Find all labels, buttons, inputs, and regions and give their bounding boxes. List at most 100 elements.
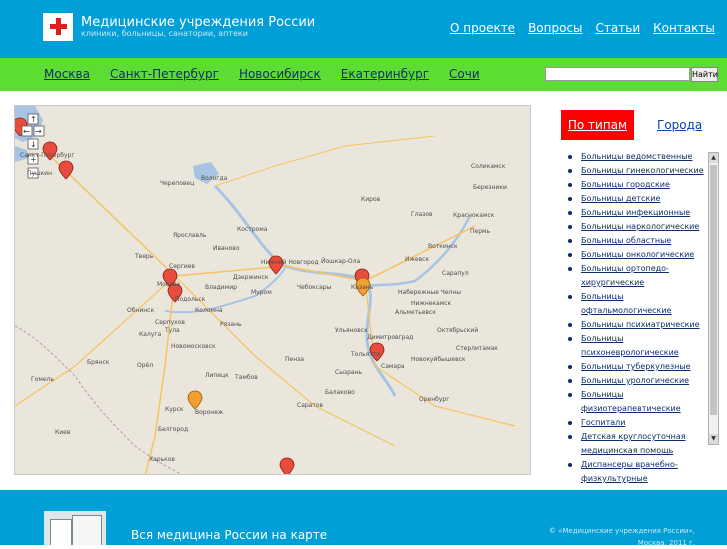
map-label: Тверь [135, 253, 154, 260]
map-label: Чебоксары [297, 284, 332, 291]
scroll-up-icon[interactable]: ▲ [709, 153, 718, 163]
map-label: Кострома [237, 226, 268, 233]
category-link[interactable]: Больницы физиотерапевтические [581, 390, 681, 413]
tab-by-type[interactable]: По типам [561, 110, 634, 140]
category-link[interactable]: Детская круглосуточная медицинская помощ… [581, 432, 686, 455]
map-label: Пермь [470, 228, 491, 235]
city-link-sochi[interactable]: Сочи [449, 67, 480, 81]
map-marker-voronezh [187, 390, 203, 410]
side-panel: По типам Города Больницы ведомственные Б… [540, 105, 727, 483]
map-label: Дзержинск [233, 274, 269, 281]
city-link-novosibirsk[interactable]: Новосибирск [239, 67, 321, 81]
nav-questions-link[interactable]: Вопросы [528, 21, 582, 35]
map-label: Обнинск [127, 307, 155, 314]
map-label: Тольятти [351, 351, 381, 358]
category-link[interactable]: Больницы областные [581, 236, 671, 245]
list-item: Больницы урологические [568, 374, 708, 388]
map-label: Краснокамск [453, 212, 495, 219]
svg-text:←: ← [23, 127, 30, 136]
map-label: Димитровград [367, 334, 414, 341]
category-scrollbar[interactable]: ▲ ▼ [708, 152, 719, 445]
category-link[interactable]: Больницы туберкулезные [581, 362, 691, 371]
map-label: Соликамск [471, 163, 506, 170]
list-item: Больницы наркологические [568, 220, 708, 234]
map-label: Казань [351, 284, 374, 291]
list-item: Больницы офтальмологические [568, 290, 708, 318]
category-link[interactable]: Больницы гинекологические [581, 166, 704, 175]
list-item: Больницы гинекологические [568, 164, 708, 178]
map-label: Пушкин [27, 170, 52, 177]
copyright-text: © «Медицинские учреждения России», Москв… [525, 525, 695, 549]
copyright-line-2: Москва, 2011 г. [637, 539, 695, 547]
scroll-down-icon[interactable]: ▼ [709, 434, 718, 444]
map-label: Калуга [139, 331, 162, 338]
nav-contacts-link[interactable]: Контакты [653, 21, 715, 35]
map-label: Пенза [285, 356, 304, 363]
category-link[interactable]: Больницы наркологические [581, 222, 699, 231]
map-label: Саратов [297, 402, 324, 409]
hospital-building-image [44, 511, 106, 545]
map-label: Воткинск [428, 243, 458, 250]
nav-about-link[interactable]: О проекте [450, 21, 515, 35]
site-subtitle: клиники, больницы, санатории, аптеки [81, 29, 248, 38]
map-label: Москва [157, 281, 180, 288]
map-label: Коломна [195, 307, 223, 314]
search-button[interactable]: Найти [691, 67, 718, 82]
city-link-moscow[interactable]: Москва [44, 67, 90, 81]
map-label: Глазов [411, 211, 433, 218]
list-item: Диспансеры врачебно-физкультурные [568, 458, 708, 486]
city-link-spb[interactable]: Санкт-Петербург [110, 67, 219, 81]
list-item: Больницы ведомственные [568, 150, 708, 164]
search-input[interactable] [545, 67, 690, 81]
map-label: Вологда [201, 175, 228, 182]
map-label: Новокуйбышевск [411, 356, 466, 363]
map-label: Подольск [175, 296, 206, 303]
category-link[interactable]: Больницы психоневрологические [581, 334, 679, 357]
category-link[interactable]: Больницы ортопедо-хирургические [581, 264, 669, 287]
red-cross-logo-icon[interactable] [43, 13, 73, 41]
map-label: Гомель [31, 376, 54, 383]
site-title[interactable]: Медицинские учреждения России [81, 15, 315, 30]
svg-text:↓: ↓ [30, 140, 37, 149]
map-label: Рязань [220, 321, 242, 328]
category-link[interactable]: Больницы ведомственные [581, 152, 692, 161]
map-label: Липецк [205, 372, 229, 379]
map-view[interactable]: ↑ ← → ↓ + − Санкт-Петербург Пушкин Череповец … [14, 105, 531, 475]
map-label: Орёл [137, 362, 154, 369]
category-link[interactable]: Больницы психиатрические [581, 320, 700, 329]
tab-cities[interactable]: Города [657, 118, 702, 132]
map-label: Владимир [205, 284, 237, 291]
highway-4 [15, 275, 176, 407]
map-label: Тамбов [235, 374, 258, 381]
map-label: Самара [381, 363, 405, 370]
map-label: Серпухов [155, 319, 185, 326]
list-item: Больницы ортопедо-хирургические [568, 262, 708, 290]
list-item: Детская круглосуточная медицинская помощ… [568, 430, 708, 458]
category-link[interactable]: Госпитали [581, 418, 625, 427]
map-label: Киров [361, 196, 381, 203]
city-link-ekaterinburg[interactable]: Екатеринбург [341, 67, 429, 81]
category-link[interactable]: Больницы онкологические [581, 250, 694, 259]
category-link[interactable]: Диспансеры врачебно-физкультурные [581, 460, 678, 483]
top-nav: О проекте Вопросы Статьи Контакты [450, 21, 715, 35]
map-label: Набережные Челны [398, 289, 462, 296]
map-label: Харьков [149, 456, 175, 463]
category-link[interactable]: Больницы инфекционные [581, 208, 690, 217]
map-label: Санкт-Петербург [20, 152, 75, 159]
scroll-thumb[interactable] [710, 165, 717, 415]
category-link[interactable]: Больницы городские [581, 180, 670, 189]
category-link[interactable]: Больницы урологические [581, 376, 689, 385]
category-link[interactable]: Больницы детские [581, 194, 660, 203]
highway-2 [144, 275, 176, 474]
svg-text:↑: ↑ [30, 115, 37, 124]
map-label: Ижевск [405, 256, 430, 263]
map-label: Белгород [158, 426, 189, 433]
list-item: Больницы городские [568, 178, 708, 192]
map-label: Тула [165, 327, 180, 334]
nav-articles-link[interactable]: Статьи [596, 21, 641, 35]
map-label: Череповец [160, 180, 195, 187]
category-link[interactable]: Больницы офтальмологические [581, 292, 671, 315]
site-header: Медицинские учреждения России клиники, б… [0, 0, 727, 58]
map-label: Оренбург [419, 396, 450, 403]
volga-river [213, 184, 397, 397]
